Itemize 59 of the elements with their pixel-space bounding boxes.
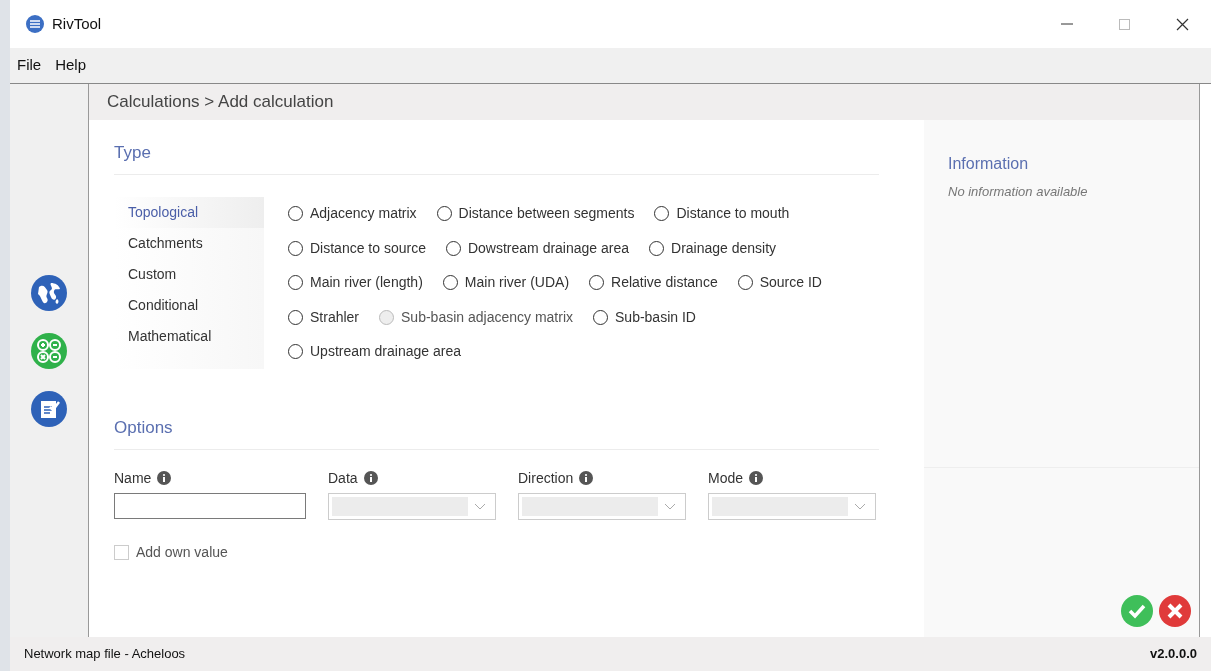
field-label: Data	[328, 468, 358, 488]
close-icon[interactable]	[1175, 17, 1189, 31]
chevron-down-icon	[664, 502, 676, 510]
radio-button[interactable]	[288, 240, 303, 256]
panel-heading: Information	[948, 154, 1030, 174]
radio-label[interactable]: Distance to source	[310, 237, 426, 259]
radio-button[interactable]	[436, 206, 452, 222]
radio-label[interactable]: Strahler	[310, 306, 360, 328]
radio-button[interactable]	[593, 309, 608, 325]
field-label: Direction	[518, 468, 574, 488]
info-icon	[579, 471, 594, 485]
radio-button[interactable]	[288, 275, 303, 291]
radio-button[interactable]	[288, 206, 303, 222]
radio-label[interactable]: Sub-basin ID	[615, 306, 696, 328]
category-tab[interactable]: Custom	[114, 258, 264, 290]
info-icon	[749, 471, 764, 485]
menu-item[interactable]: File	[10, 54, 49, 77]
radio-button[interactable]	[288, 344, 303, 360]
calculator-icon	[31, 333, 67, 369]
chevron-down-icon	[854, 502, 866, 510]
category-tab[interactable]: Catchments	[114, 227, 264, 259]
cancel-button[interactable]	[1159, 595, 1191, 627]
radio-label[interactable]: Upstream drainage area	[310, 341, 461, 363]
breadcrumb-title: Calculations > Add calculation	[89, 84, 1199, 120]
window-title: RivTool	[52, 13, 102, 34]
radio-label[interactable]: Dowstream drainage area	[467, 237, 630, 259]
status-text: Network map file - Acheloos	[24, 645, 186, 664]
field-label: Name	[114, 468, 152, 488]
radio-button[interactable]	[442, 275, 458, 291]
radio-label[interactable]: Source ID	[759, 272, 822, 294]
notepad-check-icon	[31, 391, 67, 427]
radio-button[interactable]	[654, 206, 670, 222]
section-heading: Type	[114, 140, 879, 175]
menu-item[interactable]: Help	[48, 54, 94, 77]
radio-label[interactable]: Drainage density	[671, 237, 777, 259]
radio-button[interactable]	[737, 275, 753, 291]
checkbox-label: Add own value	[136, 542, 228, 562]
section-heading: Options	[114, 415, 879, 450]
radio-label: Sub-basin adjacency matrix	[401, 307, 573, 327]
radio-button[interactable]	[288, 309, 303, 325]
radio-button[interactable]	[589, 275, 605, 291]
radio-button[interactable]	[445, 240, 461, 256]
field-label: Mode	[708, 468, 744, 488]
category-tab[interactable]: Mathematical	[114, 320, 264, 352]
category-tab[interactable]: Conditional	[114, 289, 264, 321]
text-field[interactable]	[114, 492, 306, 519]
info-icon	[363, 471, 378, 485]
version-label: v2.0.0.0	[1150, 645, 1197, 664]
radio-button[interactable]	[649, 240, 665, 256]
radio-label[interactable]: Relative distance	[611, 272, 718, 294]
chevron-down-icon	[474, 502, 486, 510]
radio-label[interactable]: Distance between segments	[458, 203, 635, 225]
radio-label[interactable]: Distance to mouth	[676, 203, 790, 225]
radio-label[interactable]: Adjacency matrix	[310, 203, 417, 225]
radio-label[interactable]: Main river (length)	[310, 272, 423, 294]
radio-label[interactable]: Main river (UDA)	[464, 272, 570, 294]
info-text: No information available	[948, 183, 1089, 201]
app-logo-icon	[26, 15, 44, 33]
info-icon	[157, 471, 172, 485]
